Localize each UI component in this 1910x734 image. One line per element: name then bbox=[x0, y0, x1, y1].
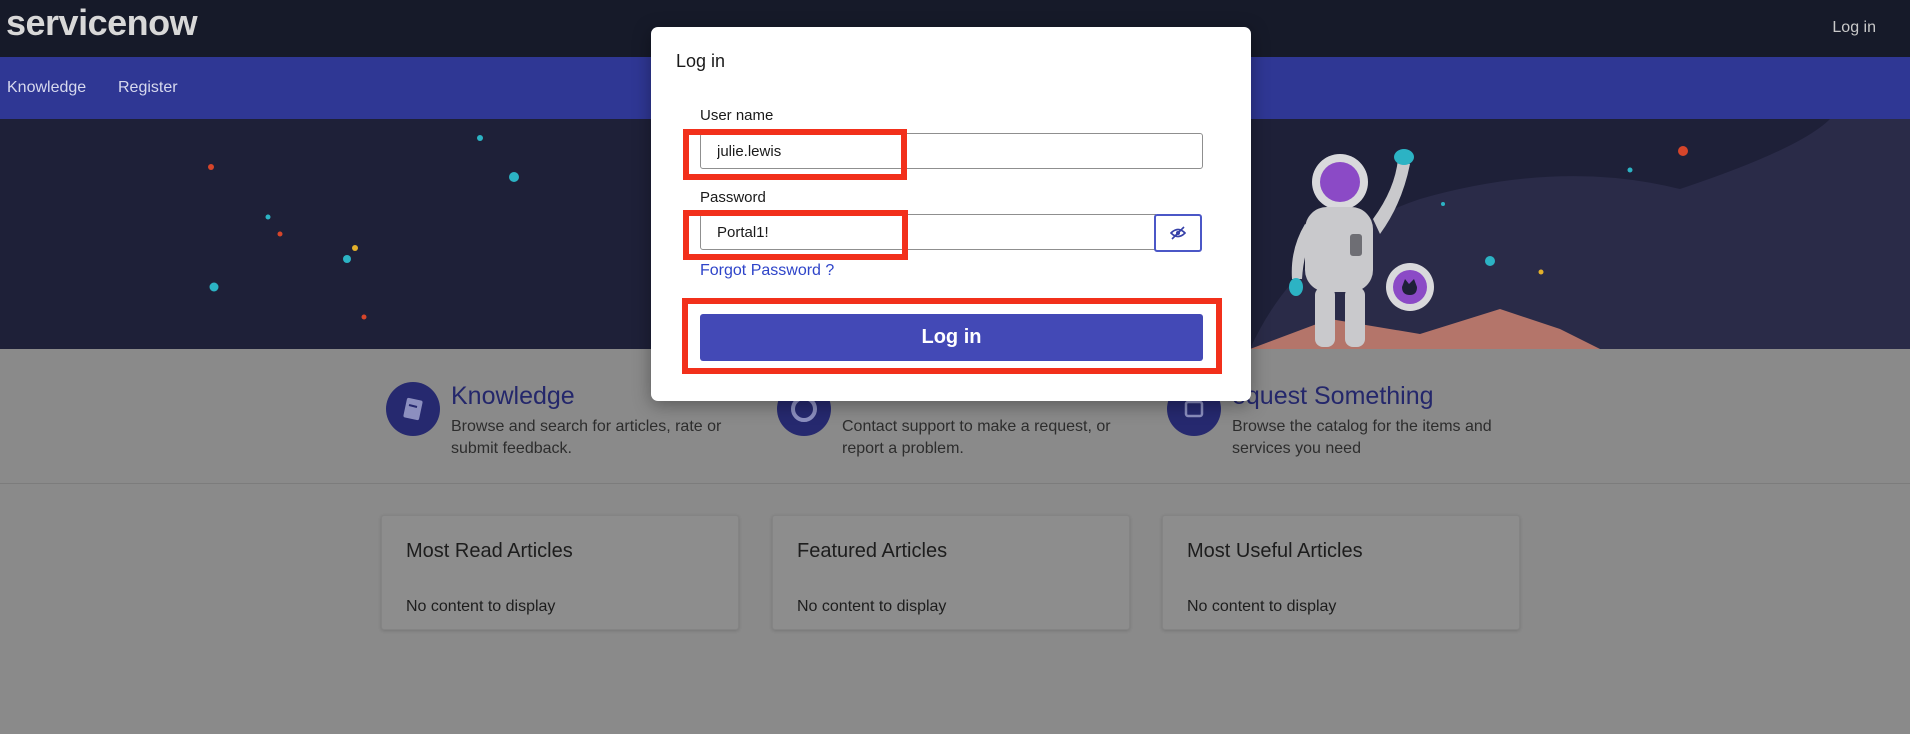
card-title: Most Useful Articles bbox=[1187, 540, 1363, 562]
tile-description: Browse and search for articles, rate or … bbox=[451, 418, 722, 457]
card-most-useful-articles: Most Useful Articles No content to displ… bbox=[1162, 515, 1520, 630]
card-empty-message: No content to display bbox=[1187, 598, 1337, 615]
eye-slash-icon bbox=[1170, 226, 1186, 240]
card-title: Most Read Articles bbox=[406, 540, 573, 562]
tile-description: Contact support to make a request, or re… bbox=[842, 418, 1111, 457]
section-divider bbox=[0, 483, 1910, 484]
toggle-password-button[interactable] bbox=[1154, 214, 1202, 252]
tile-description: Browse the catalog for the items and ser… bbox=[1232, 418, 1492, 457]
card-most-read-articles: Most Read Articles No content to display bbox=[381, 515, 739, 630]
header-login-link[interactable]: Log in bbox=[1832, 19, 1876, 37]
card-featured-articles: Featured Articles No content to display bbox=[772, 515, 1130, 630]
password-input[interactable] bbox=[700, 214, 1156, 250]
card-title: Featured Articles bbox=[797, 540, 948, 562]
book-icon bbox=[386, 382, 440, 436]
modal-title: Log in bbox=[676, 51, 726, 71]
nav-item-knowledge[interactable]: Knowledge bbox=[7, 79, 86, 97]
logo-text: servicenow bbox=[6, 2, 198, 43]
login-modal: Log in User name Password Forgot Passwor… bbox=[651, 27, 1251, 401]
card-empty-message: No content to display bbox=[406, 598, 556, 615]
username-label: User name bbox=[700, 107, 774, 124]
tile-title[interactable]: equest Something bbox=[1232, 382, 1434, 411]
tile-title[interactable]: Knowledge bbox=[451, 382, 575, 411]
username-input[interactable] bbox=[700, 133, 1203, 169]
login-button[interactable]: Log in bbox=[700, 314, 1203, 361]
servicenow-logo[interactable]: servicenow bbox=[6, 2, 198, 44]
nav-item-register[interactable]: Register bbox=[118, 79, 178, 97]
forgot-password-link[interactable]: Forgot Password ? bbox=[700, 262, 834, 280]
password-label: Password bbox=[700, 189, 766, 206]
card-empty-message: No content to display bbox=[797, 598, 947, 615]
